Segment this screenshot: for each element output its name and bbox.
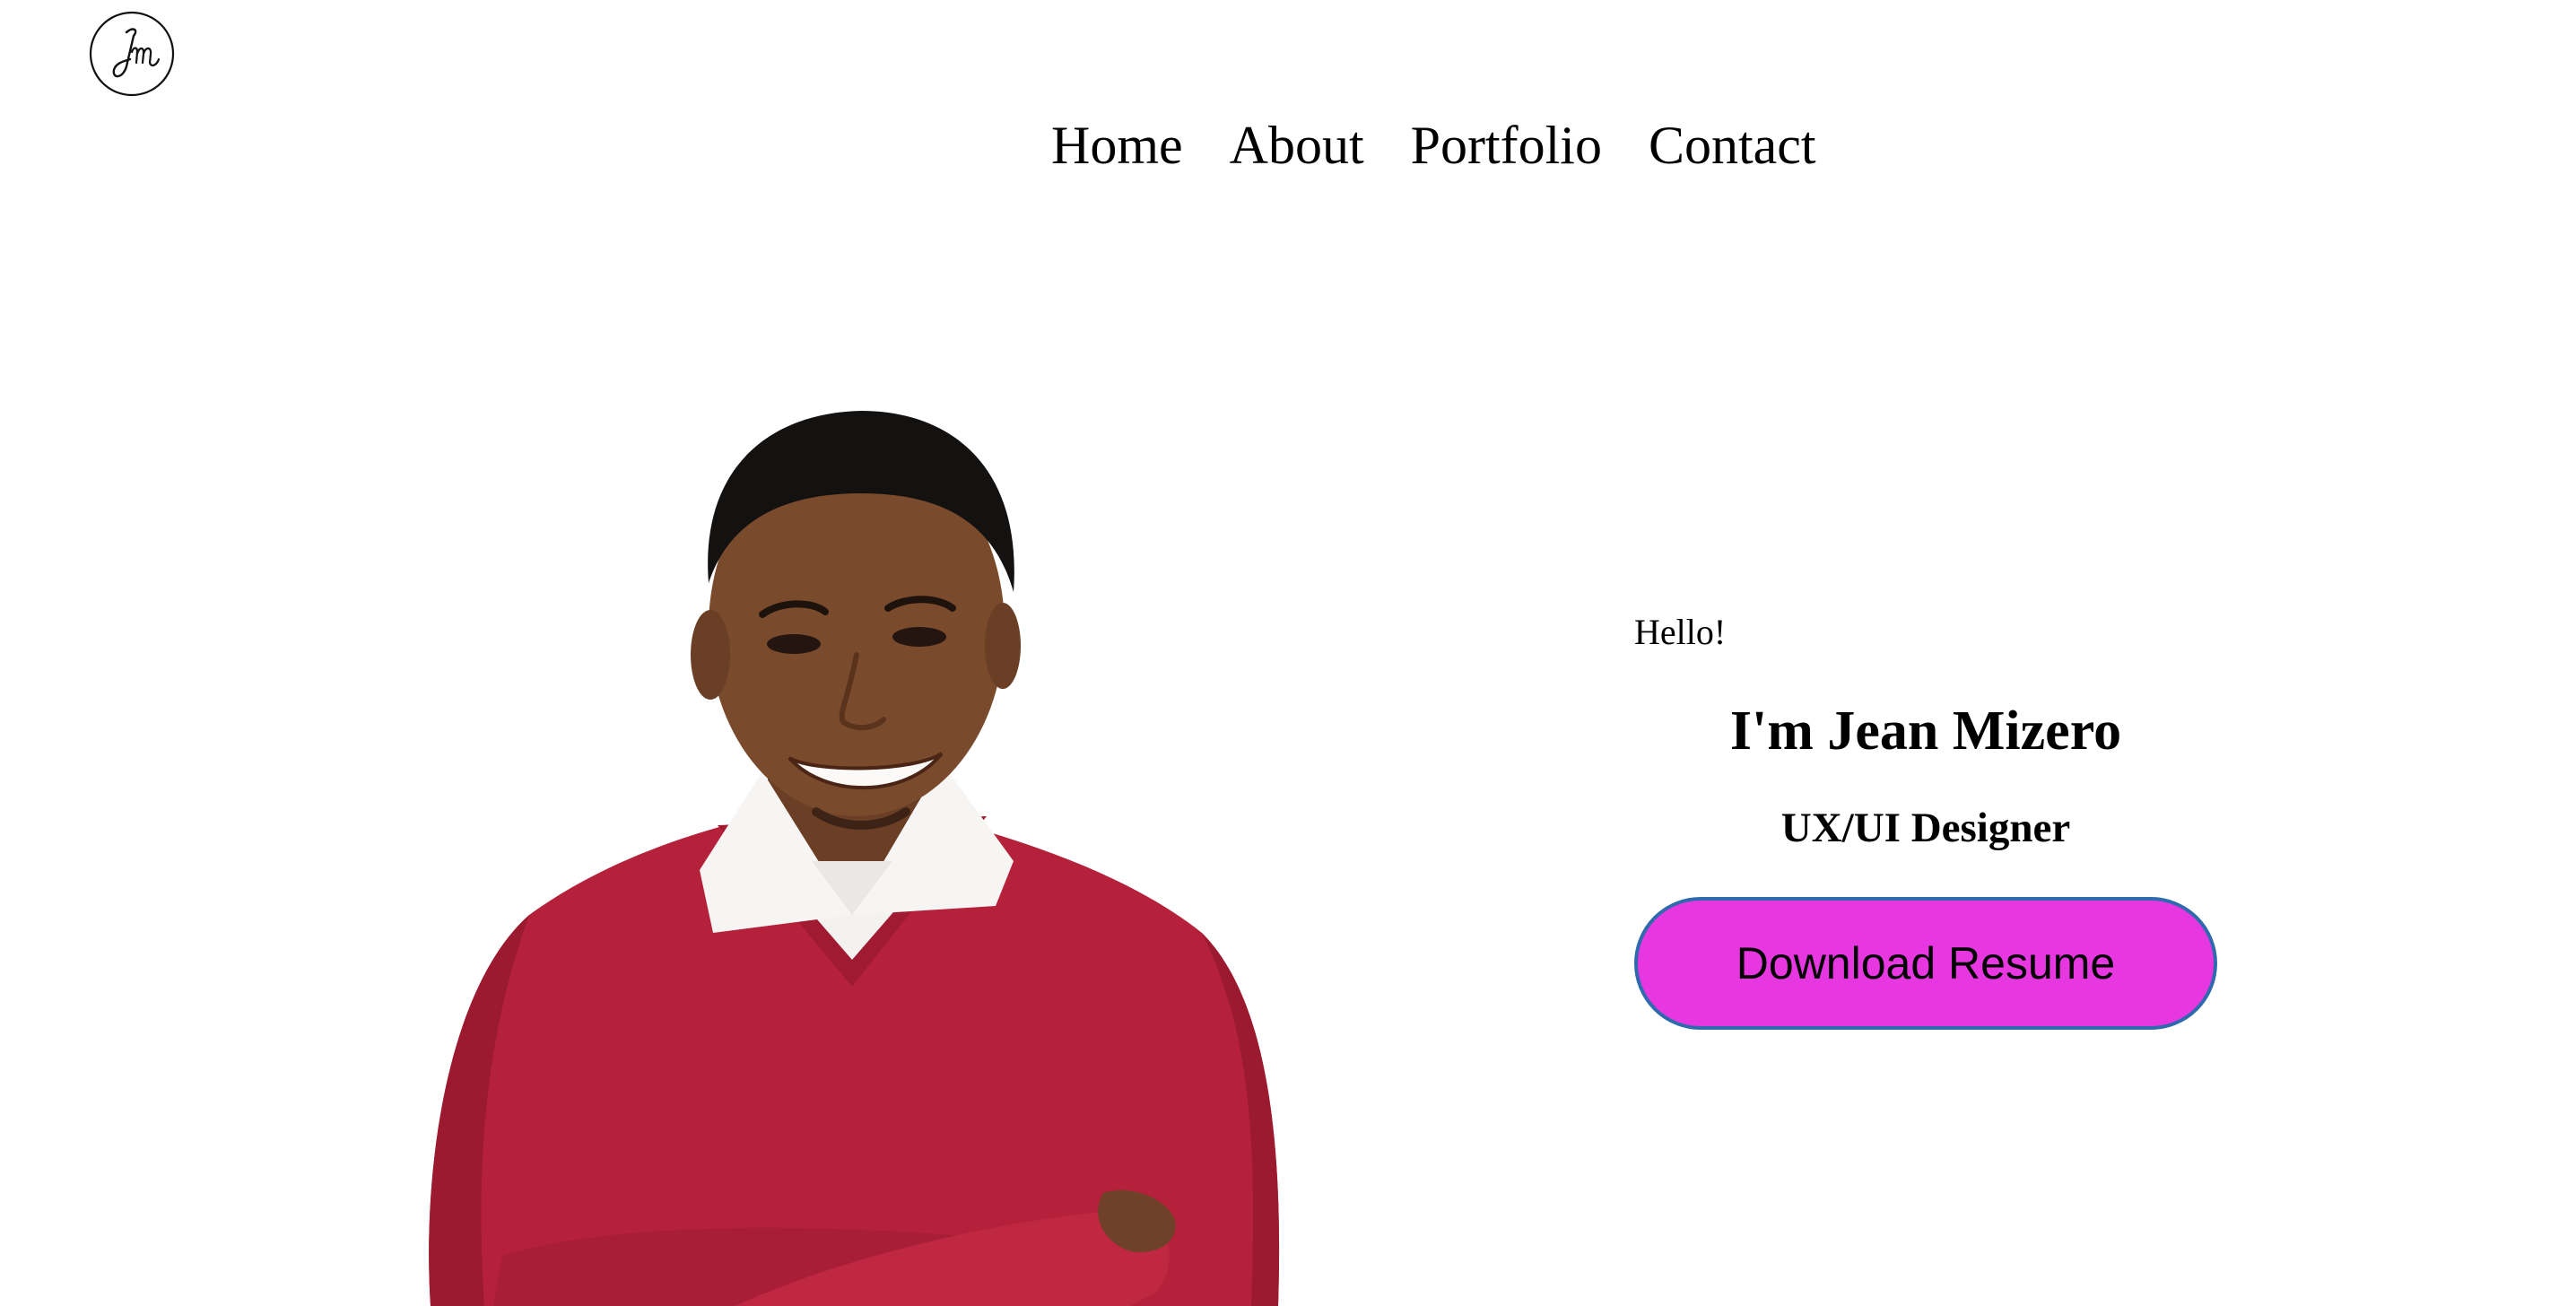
hero-name: I'm Jean Mizero bbox=[1729, 701, 2122, 762]
greeting-text: Hello! bbox=[1634, 612, 1727, 652]
nav-portfolio-link[interactable]: Portfolio bbox=[1411, 109, 1602, 181]
signature-monogram-icon bbox=[89, 11, 175, 97]
nav-about-link[interactable]: About bbox=[1230, 109, 1364, 181]
logo[interactable] bbox=[87, 9, 177, 99]
nav-home-link[interactable]: Home bbox=[1051, 109, 1183, 181]
portrait-illustration bbox=[429, 411, 1280, 1306]
hero-role: UX/UI Designer bbox=[1780, 805, 2071, 851]
nav-contact-link[interactable]: Contact bbox=[1649, 109, 1816, 181]
profile-photo bbox=[395, 359, 1310, 1306]
download-resume-button[interactable]: Download Resume bbox=[1634, 897, 2217, 1030]
main-nav: Home About Portfolio Contact bbox=[1051, 109, 1816, 181]
portfolio-home-page: Home About Portfolio Contact Hello! I'm … bbox=[0, 0, 2576, 1306]
